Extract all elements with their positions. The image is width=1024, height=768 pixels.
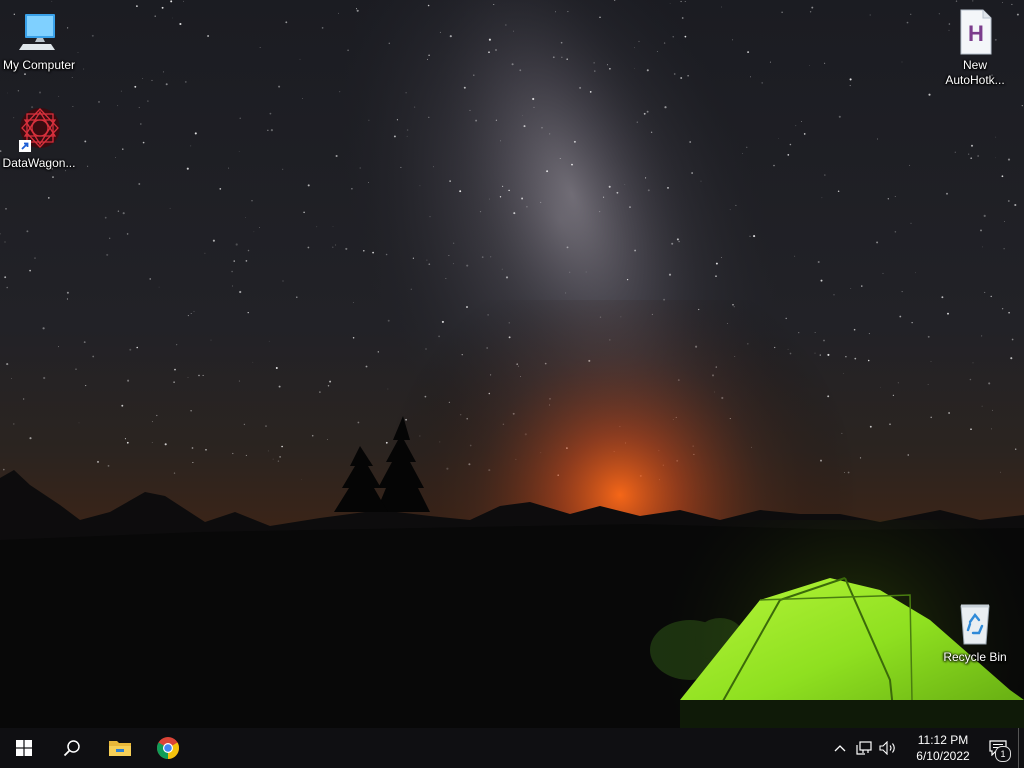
computer-icon bbox=[19, 14, 55, 50]
network-icon bbox=[856, 741, 872, 755]
desktop-icon-new-autohotkey[interactable]: H New AutoHotk... bbox=[937, 8, 1013, 88]
clock-date: 6/10/2022 bbox=[916, 749, 970, 763]
icon-label: My Computer bbox=[2, 58, 76, 72]
wallpaper bbox=[0, 0, 1024, 728]
show-desktop-button[interactable] bbox=[1018, 728, 1024, 768]
desktop-icon-my-computer[interactable]: My Computer bbox=[1, 8, 77, 73]
chrome-icon bbox=[157, 737, 179, 759]
desktop-icon-datawagon[interactable]: DataWagon... bbox=[1, 106, 77, 171]
icon-label: DataWagon... bbox=[2, 156, 76, 170]
volume-button[interactable] bbox=[876, 728, 900, 768]
autohotkey-script-icon: H bbox=[960, 9, 992, 55]
notification-count-badge: 1 bbox=[995, 746, 1011, 762]
recycle-bin-icon bbox=[960, 604, 990, 645]
search-icon bbox=[63, 740, 80, 757]
windows-start-icon bbox=[16, 740, 32, 756]
taskbar: 11:12 PM 6/10/2022 1 bbox=[0, 728, 1024, 768]
clock[interactable]: 11:12 PM 6/10/2022 bbox=[908, 732, 978, 764]
icon-label: New AutoHotk... bbox=[945, 58, 1005, 87]
show-hidden-icons-button[interactable] bbox=[828, 728, 852, 768]
action-center-button[interactable]: 1 bbox=[978, 728, 1018, 768]
desktop[interactable]: My Computer DataWagon... H New AutoHotk.… bbox=[0, 0, 1024, 728]
folder-icon bbox=[109, 741, 131, 756]
search-button[interactable] bbox=[48, 728, 96, 768]
icon-label: Recycle Bin bbox=[943, 650, 1007, 664]
chrome-button[interactable] bbox=[144, 728, 192, 768]
desktop-icon-recycle-bin[interactable]: Recycle Bin bbox=[937, 600, 1013, 665]
file-explorer-button[interactable] bbox=[96, 728, 144, 768]
chevron-up-icon bbox=[834, 745, 846, 752]
network-button[interactable] bbox=[852, 728, 876, 768]
datawagon-shortcut-icon bbox=[19, 108, 60, 152]
svg-text:H: H bbox=[968, 21, 984, 46]
start-button[interactable] bbox=[0, 728, 48, 768]
clock-time: 11:12 PM bbox=[917, 733, 969, 747]
system-tray: 11:12 PM 6/10/2022 1 bbox=[828, 728, 1024, 768]
volume-icon bbox=[879, 741, 895, 755]
